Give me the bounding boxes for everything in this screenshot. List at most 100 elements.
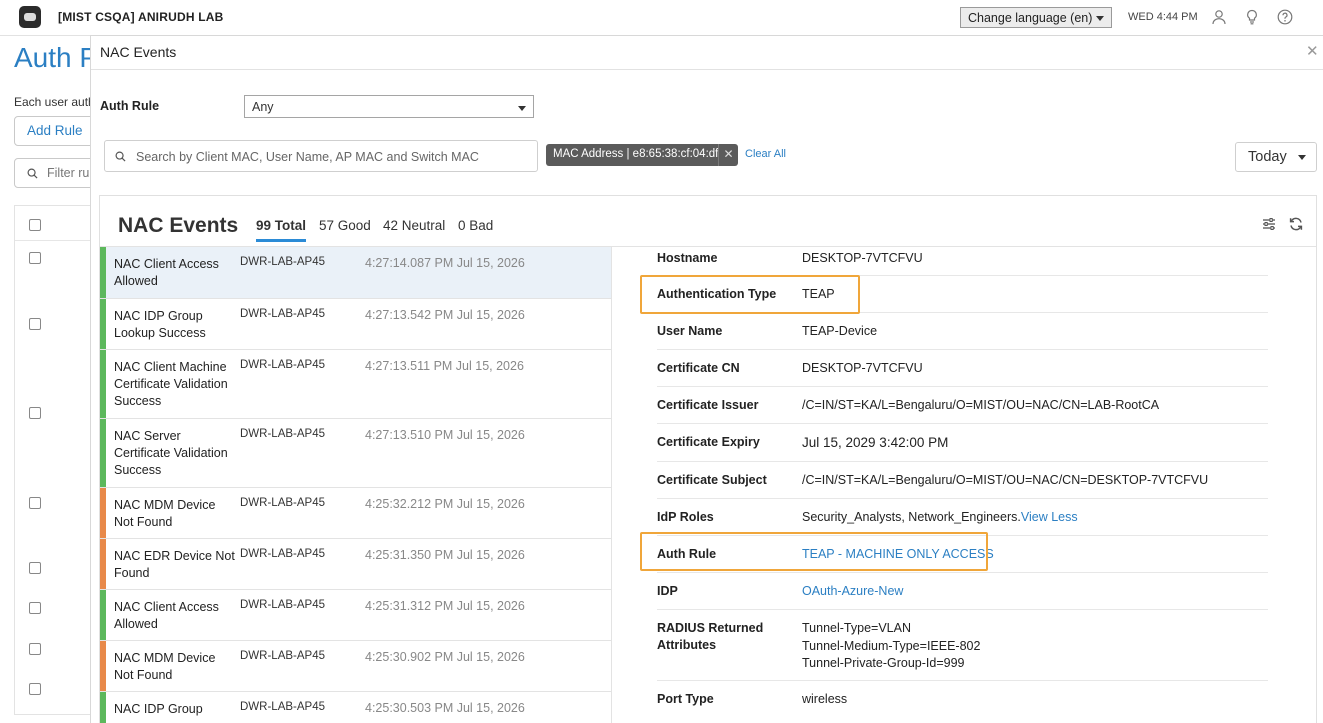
detail-label: Certificate CN <box>657 361 740 375</box>
status-bar <box>100 247 106 298</box>
remove-filter-icon[interactable]: ✕ <box>718 144 738 166</box>
rules-table <box>14 205 94 715</box>
event-name: NAC Client Machine Certificate Validatio… <box>114 360 228 409</box>
radius-attr: Tunnel-Medium-Type=IEEE-802 <box>802 638 981 653</box>
chevron-down-icon <box>518 106 526 111</box>
radius-label-line1: RADIUS Returned <box>657 621 764 635</box>
select-all-checkbox[interactable] <box>29 219 41 231</box>
mac-filter-chip: MAC Address | e8:65:38:cf:04:df ✕ <box>546 144 738 166</box>
row-checkbox[interactable] <box>29 602 41 614</box>
detail-row-cert-expiry: Certificate Expiry Jul 15, 2029 3:42:00 … <box>657 424 1268 462</box>
auth-rule-select[interactable]: Any <box>244 95 534 118</box>
detail-value: DESKTOP-7VTCFVU <box>802 251 923 265</box>
row-checkbox[interactable] <box>29 318 41 330</box>
event-time: 4:27:14.087 PM Jul 15, 2026 <box>365 256 525 270</box>
table-divider <box>15 240 94 241</box>
event-row[interactable]: NAC IDP Group DWR-LAB-AP45 4:25:30.503 P… <box>100 692 611 723</box>
event-row[interactable]: NAC Client Machine Certificate Validatio… <box>100 350 611 419</box>
event-ap: DWR-LAB-AP45 <box>240 256 325 268</box>
event-name: NAC Client Access Allowed <box>114 257 219 289</box>
user-icon[interactable] <box>1211 9 1227 25</box>
help-icon[interactable] <box>1277 9 1293 25</box>
event-time: 4:27:13.511 PM Jul 15, 2026 <box>365 359 524 373</box>
row-checkbox[interactable] <box>29 497 41 509</box>
status-bar <box>100 590 106 640</box>
tab-good[interactable]: 57 Good <box>319 218 371 233</box>
highlight-auth-type <box>640 275 860 314</box>
detail-value: /C=IN/ST=KA/L=Bengaluru/O=MIST/OU=NAC/CN… <box>802 473 1209 487</box>
search-placeholder: Search by Client MAC, User Name, AP MAC … <box>136 150 479 164</box>
event-name: NAC IDP Group Lookup Success <box>114 309 206 341</box>
org-name[interactable]: [MIST CSQA] ANIRUDH LAB <box>58 10 223 24</box>
tab-bad[interactable]: 0 Bad <box>458 218 493 233</box>
nac-events-modal: NAC Events ✕ Auth Rule Any Search by Cli… <box>90 35 1323 723</box>
events-list: NAC Client Access Allowed DWR-LAB-AP45 4… <box>100 247 612 723</box>
event-ap: DWR-LAB-AP45 <box>240 308 325 320</box>
status-bar <box>100 299 106 349</box>
row-checkbox[interactable] <box>29 407 41 419</box>
row-checkbox[interactable] <box>29 643 41 655</box>
event-name: NAC MDM Device Not Found <box>114 498 216 530</box>
detail-label: Certificate Subject <box>657 473 767 487</box>
detail-label: Certificate Expiry <box>657 435 760 449</box>
event-row[interactable]: NAC EDR Device Not Found DWR-LAB-AP45 4:… <box>100 539 611 590</box>
tab-total[interactable]: 99 Total <box>256 218 307 242</box>
event-name: NAC EDR Device Not Found <box>114 549 235 581</box>
language-label: Change language (en) <box>968 11 1093 25</box>
row-checkbox[interactable] <box>29 562 41 574</box>
lightbulb-icon[interactable] <box>1244 9 1260 25</box>
view-less-link[interactable]: View Less <box>1021 510 1078 524</box>
detail-row-cert-subject: Certificate Subject /C=IN/ST=KA/L=Bengal… <box>657 462 1268 499</box>
modal-header: NAC Events ✕ <box>91 36 1323 70</box>
detail-value: DESKTOP-7VTCFVU <box>802 361 923 375</box>
search-input[interactable]: Search by Client MAC, User Name, AP MAC … <box>104 140 538 172</box>
change-language-select[interactable]: Change language (en) <box>960 7 1112 28</box>
radius-label-line2: Attributes <box>657 638 717 652</box>
detail-row-port-type: Port Type wireless <box>657 681 1268 718</box>
detail-label: IdP Roles <box>657 510 714 524</box>
detail-value: Jul 15, 2029 3:42:00 PM <box>802 435 949 450</box>
auth-rule-label: Auth Rule <box>100 99 160 113</box>
tab-neutral[interactable]: 42 Neutral <box>383 218 445 233</box>
highlight-auth-rule <box>640 532 988 571</box>
event-row[interactable]: NAC IDP Group Lookup Success DWR-LAB-AP4… <box>100 299 611 350</box>
detail-row-idp: IDP OAuth-Azure-New <box>657 573 1268 610</box>
event-name: NAC MDM Device Not Found <box>114 651 216 683</box>
page-description: Each user auth <box>14 95 95 109</box>
event-ap: DWR-LAB-AP45 <box>240 359 325 371</box>
page-title: Auth P <box>14 42 99 73</box>
event-row[interactable]: NAC MDM Device Not Found DWR-LAB-AP45 4:… <box>100 488 611 539</box>
event-row[interactable]: NAC Client Access Allowed DWR-LAB-AP45 4… <box>100 590 611 641</box>
filter-placeholder: Filter rul <box>47 166 93 180</box>
close-icon[interactable]: ✕ <box>1306 42 1319 60</box>
events-panel: NAC Events 99 Total 57 Good 42 Neutral 0… <box>99 195 1317 723</box>
detail-value: Security_Analysts, Network_Engineers.Vie… <box>802 509 1078 527</box>
event-row[interactable]: NAC Server Certificate Validation Succes… <box>100 419 611 488</box>
status-bar <box>100 350 106 418</box>
idp-link[interactable]: OAuth-Azure-New <box>802 583 903 601</box>
row-checkbox[interactable] <box>29 683 41 695</box>
event-time: 4:27:13.542 PM Jul 15, 2026 <box>365 308 525 322</box>
event-name: NAC Server Certificate Validation Succes… <box>114 429 228 478</box>
filter-settings-icon[interactable] <box>1261 216 1277 232</box>
refresh-icon[interactable] <box>1288 216 1304 232</box>
mist-logo-icon[interactable] <box>19 6 41 28</box>
detail-label: Port Type <box>657 692 714 706</box>
clear-all-link[interactable]: Clear All <box>745 148 786 160</box>
status-bar <box>100 539 106 589</box>
radius-attr: Tunnel-Private-Group-Id=999 <box>802 656 965 670</box>
detail-row-idp-roles: IdP Roles Security_Analysts, Network_Eng… <box>657 499 1268 536</box>
event-row[interactable]: NAC MDM Device Not Found DWR-LAB-AP45 4:… <box>100 641 611 692</box>
time-range-select[interactable]: Today <box>1235 142 1317 172</box>
filter-rules-input[interactable]: Filter rul <box>14 158 94 188</box>
detail-row-user-name: User Name TEAP-Device <box>657 313 1268 350</box>
search-icon <box>115 151 126 162</box>
add-rule-button[interactable]: Add Rule <box>14 116 94 146</box>
event-ap: DWR-LAB-AP45 <box>240 650 325 662</box>
event-details: Hostname DESKTOP-7VTCFVU Authentication … <box>613 247 1316 723</box>
event-time: 4:25:31.350 PM Jul 15, 2026 <box>365 548 525 562</box>
event-time: 4:27:13.510 PM Jul 15, 2026 <box>365 428 525 442</box>
status-bar <box>100 641 106 691</box>
row-checkbox[interactable] <box>29 252 41 264</box>
event-row[interactable]: NAC Client Access Allowed DWR-LAB-AP45 4… <box>100 247 611 299</box>
